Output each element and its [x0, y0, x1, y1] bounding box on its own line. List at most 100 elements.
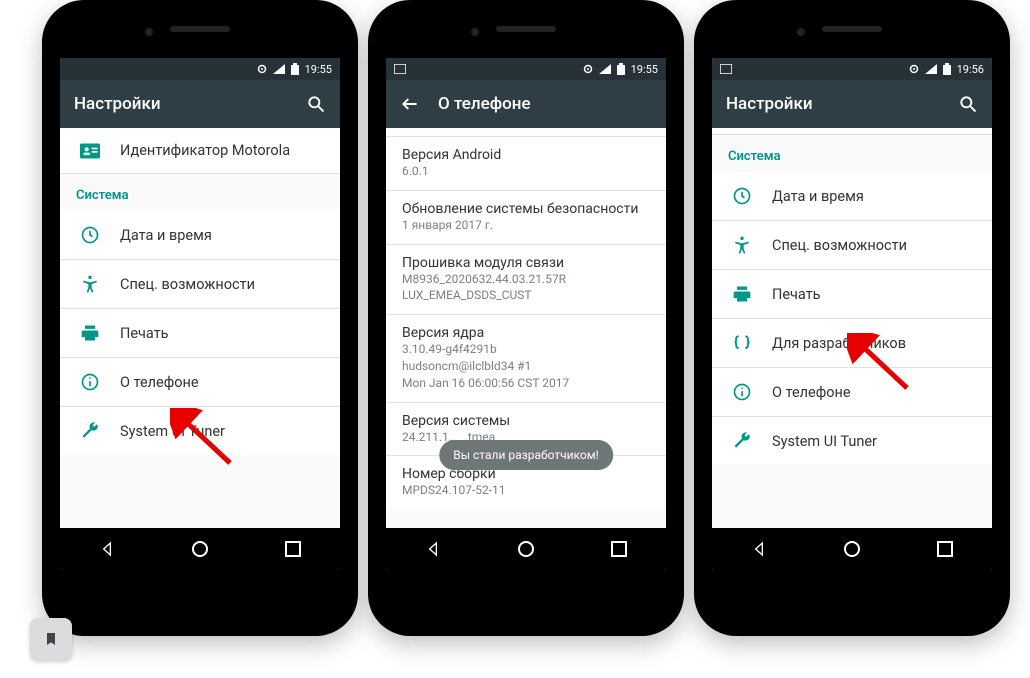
- list-item-label: Спец. возможности: [772, 237, 907, 254]
- navbar-2: [386, 528, 666, 570]
- detail-value: MPDS24.107-52-11: [402, 482, 650, 499]
- list-item-label: System UI Tuner: [120, 423, 225, 440]
- search-icon[interactable]: [958, 94, 978, 114]
- screen-3: 19:56 Настройки Система Дата и время Сп: [712, 58, 992, 570]
- appbar-3: Настройки: [712, 80, 992, 128]
- battery-icon: [617, 63, 625, 75]
- list-item-label: Печать: [772, 286, 821, 303]
- phone-mock-3: 19:56 Настройки Система Дата и время Сп: [694, 0, 1010, 636]
- status-time: 19:55: [305, 63, 332, 76]
- appbar-2: О телефоне: [386, 80, 666, 128]
- list-item-developer-options[interactable]: Для разработчиков: [712, 319, 992, 368]
- braces-icon: [728, 333, 756, 353]
- signal-icon: [599, 64, 611, 74]
- list-item-label: О телефоне: [120, 374, 199, 391]
- list-item-accessibility[interactable]: Спец. возможности: [712, 221, 992, 270]
- detail-baseband[interactable]: Прошивка модуля связи M8936_2020632.44.0…: [386, 245, 666, 316]
- nav-back-icon[interactable]: [85, 535, 129, 563]
- print-icon: [76, 323, 104, 343]
- wrench-icon: [728, 431, 756, 451]
- status-time: 19:56: [957, 63, 984, 76]
- circle-icon: [257, 64, 267, 74]
- list-item-label: Идентификатор Motorola: [120, 142, 290, 159]
- list-item-label: Для разработчиков: [772, 335, 906, 352]
- detail-title: Прошивка модуля связи: [402, 255, 650, 271]
- list-item-system-ui-tuner[interactable]: System UI Tuner: [712, 417, 992, 465]
- nav-recent-icon[interactable]: [271, 535, 315, 563]
- appbar-title: О телефоне: [438, 94, 531, 114]
- section-header-system: Система: [712, 135, 992, 172]
- signal-icon: [273, 64, 285, 74]
- nav-recent-icon[interactable]: [923, 535, 967, 563]
- nav-recent-icon[interactable]: [597, 535, 641, 563]
- circle-icon: [583, 64, 593, 74]
- battery-icon: [291, 63, 299, 75]
- screenshot-icon: [720, 64, 732, 74]
- list-item-label: Печать: [120, 325, 169, 342]
- navbar-1: [60, 528, 340, 570]
- signal-icon: [925, 64, 937, 74]
- clock-icon: [76, 225, 104, 245]
- bookmark-icon: [43, 629, 59, 649]
- status-time: 19:55: [631, 63, 658, 76]
- id-card-icon: [76, 143, 104, 159]
- screenshot-icon: [394, 64, 406, 74]
- statusbar-2: 19:55: [386, 58, 666, 80]
- statusbar-3: 19:56: [712, 58, 992, 80]
- detail-title: Версия Android: [402, 147, 650, 163]
- list-item-motorola-id[interactable]: Идентификатор Motorola: [60, 128, 340, 174]
- appbar-title: Настройки: [726, 94, 813, 114]
- detail-value: 3.10.49-g4f4291b hudsoncm@ilclbld34 #1 M…: [402, 341, 650, 391]
- list-item-datetime[interactable]: Дата и время: [712, 172, 992, 221]
- list-item-system-ui-tuner[interactable]: System UI Tuner: [60, 407, 340, 455]
- list-item-print[interactable]: Печать: [712, 270, 992, 319]
- list-3: Система Дата и время Спец. возможности П…: [712, 128, 992, 528]
- detail-title: Обновление системы безопасности: [402, 201, 650, 217]
- info-icon: [76, 372, 104, 392]
- list-item-about-phone[interactable]: О телефоне: [60, 358, 340, 407]
- list-item-label: Дата и время: [772, 188, 864, 205]
- detail-title: Версия ядра: [402, 325, 650, 341]
- section-header-system: Система: [60, 174, 340, 211]
- phone-mock-1: 19:55 Настройки Идентификатор Motorola С…: [42, 0, 358, 636]
- clock-icon: [728, 186, 756, 206]
- detail-value: M8936_2020632.44.03.21.57R LUX_EMEA_DSDS…: [402, 271, 650, 305]
- navbar-3: [712, 528, 992, 570]
- list-1: Идентификатор Motorola Система Дата и вр…: [60, 128, 340, 528]
- detail-android-version[interactable]: Версия Android 6.0.1: [386, 137, 666, 191]
- list-item-about-phone[interactable]: О телефоне: [712, 368, 992, 417]
- detail-value: 6.0.1: [402, 163, 650, 180]
- nav-home-icon[interactable]: [830, 535, 874, 563]
- circle-icon: [909, 64, 919, 74]
- screen-2: 19:55 О телефоне Версия Android 6.0.1 Об…: [386, 58, 666, 570]
- search-icon[interactable]: [306, 94, 326, 114]
- detail-security-patch[interactable]: Обновление системы безопасности 1 января…: [386, 191, 666, 245]
- nav-back-icon[interactable]: [737, 535, 781, 563]
- list-item-datetime[interactable]: Дата и время: [60, 211, 340, 260]
- accessibility-icon: [728, 235, 756, 255]
- list-item-accessibility[interactable]: Спец. возможности: [60, 260, 340, 309]
- detail-title: Версия системы: [402, 413, 650, 429]
- toast-developer: Вы стали разработчиком!: [439, 440, 613, 470]
- list-item-label: Спец. возможности: [120, 276, 255, 293]
- detail-kernel[interactable]: Версия ядра 3.10.49-g4f4291b hudsoncm@il…: [386, 315, 666, 402]
- list-item-print[interactable]: Печать: [60, 309, 340, 358]
- appbar-title: Настройки: [74, 94, 161, 114]
- back-arrow-icon[interactable]: [400, 94, 420, 114]
- battery-icon: [943, 63, 951, 75]
- list-item-label: Дата и время: [120, 227, 212, 244]
- list-item-label: О телефоне: [772, 384, 851, 401]
- canvas: 19:55 Настройки Идентификатор Motorola С…: [0, 0, 1030, 678]
- phone-mock-2: 19:55 О телефоне Версия Android 6.0.1 Об…: [368, 0, 684, 636]
- nav-back-icon[interactable]: [411, 535, 455, 563]
- accessibility-icon: [76, 274, 104, 294]
- statusbar-1: 19:55: [60, 58, 340, 80]
- wrench-icon: [76, 421, 104, 441]
- list-item-label: System UI Tuner: [772, 433, 877, 450]
- nav-home-icon[interactable]: [178, 535, 222, 563]
- nav-home-icon[interactable]: [504, 535, 548, 563]
- info-icon: [728, 382, 756, 402]
- bookmark-button[interactable]: [30, 618, 72, 660]
- appbar-1: Настройки: [60, 80, 340, 128]
- screen-1: 19:55 Настройки Идентификатор Motorola С…: [60, 58, 340, 570]
